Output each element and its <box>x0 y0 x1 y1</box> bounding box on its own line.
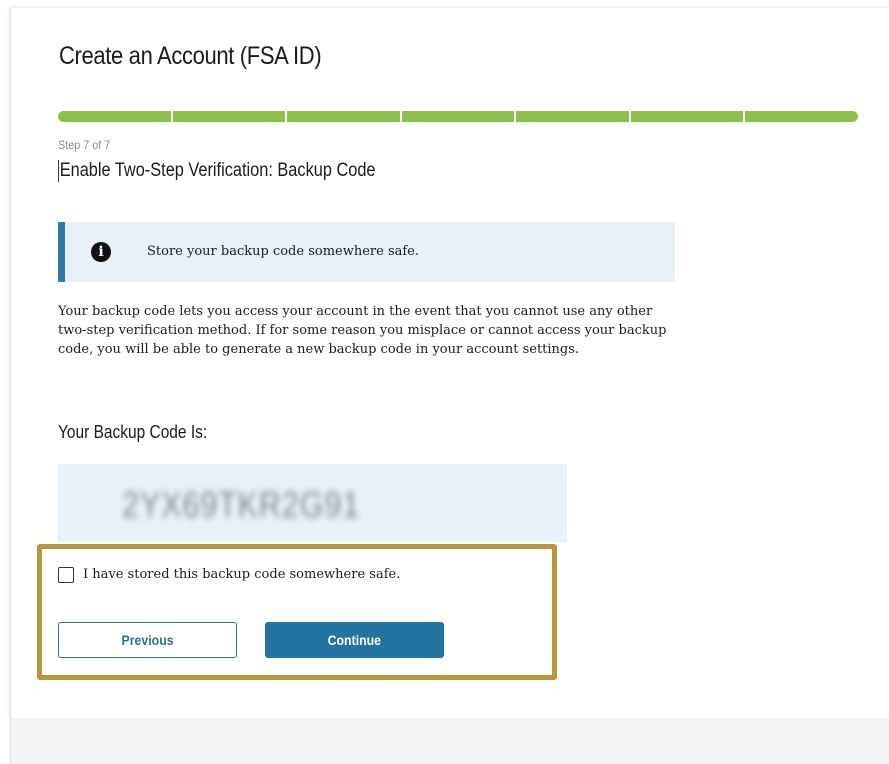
progress-segment <box>172 111 286 122</box>
page-title: Create an Account (FSA ID) <box>59 42 322 70</box>
continue-button-label: Continue <box>327 632 382 648</box>
progress-bar <box>58 111 859 122</box>
footer-band <box>10 718 889 764</box>
progress-segment <box>58 111 171 122</box>
step-counter: Step 7 of 7 <box>58 138 111 152</box>
progress-segment <box>745 111 859 122</box>
alert-text: Store your backup code somewhere safe. <box>147 244 420 259</box>
backup-code-box: 2YX69TKR2G91 <box>58 464 567 542</box>
previous-button-label: Previous <box>121 632 174 648</box>
stored-confirmation-label[interactable]: I have stored this backup code somewhere… <box>83 567 400 582</box>
progress-segment <box>516 111 629 122</box>
step-title: Enable Two-Step Verification: Backup Cod… <box>58 160 376 182</box>
progress-segment <box>630 111 744 122</box>
info-alert: i Store your backup code somewhere safe. <box>58 222 675 282</box>
stored-confirmation-checkbox[interactable] <box>58 567 74 583</box>
info-icon: i <box>91 242 111 262</box>
backup-code-description: Your backup code lets you access your ac… <box>58 304 667 357</box>
previous-button[interactable]: Previous <box>58 622 237 658</box>
progress-segment <box>401 111 515 122</box>
progress-segment <box>287 111 400 122</box>
highlight-frame <box>37 544 557 680</box>
continue-button[interactable]: Continue <box>265 622 444 658</box>
backup-code-heading: Your Backup Code Is: <box>58 422 208 442</box>
backup-code-value: 2YX69TKR2G91 <box>122 484 361 525</box>
